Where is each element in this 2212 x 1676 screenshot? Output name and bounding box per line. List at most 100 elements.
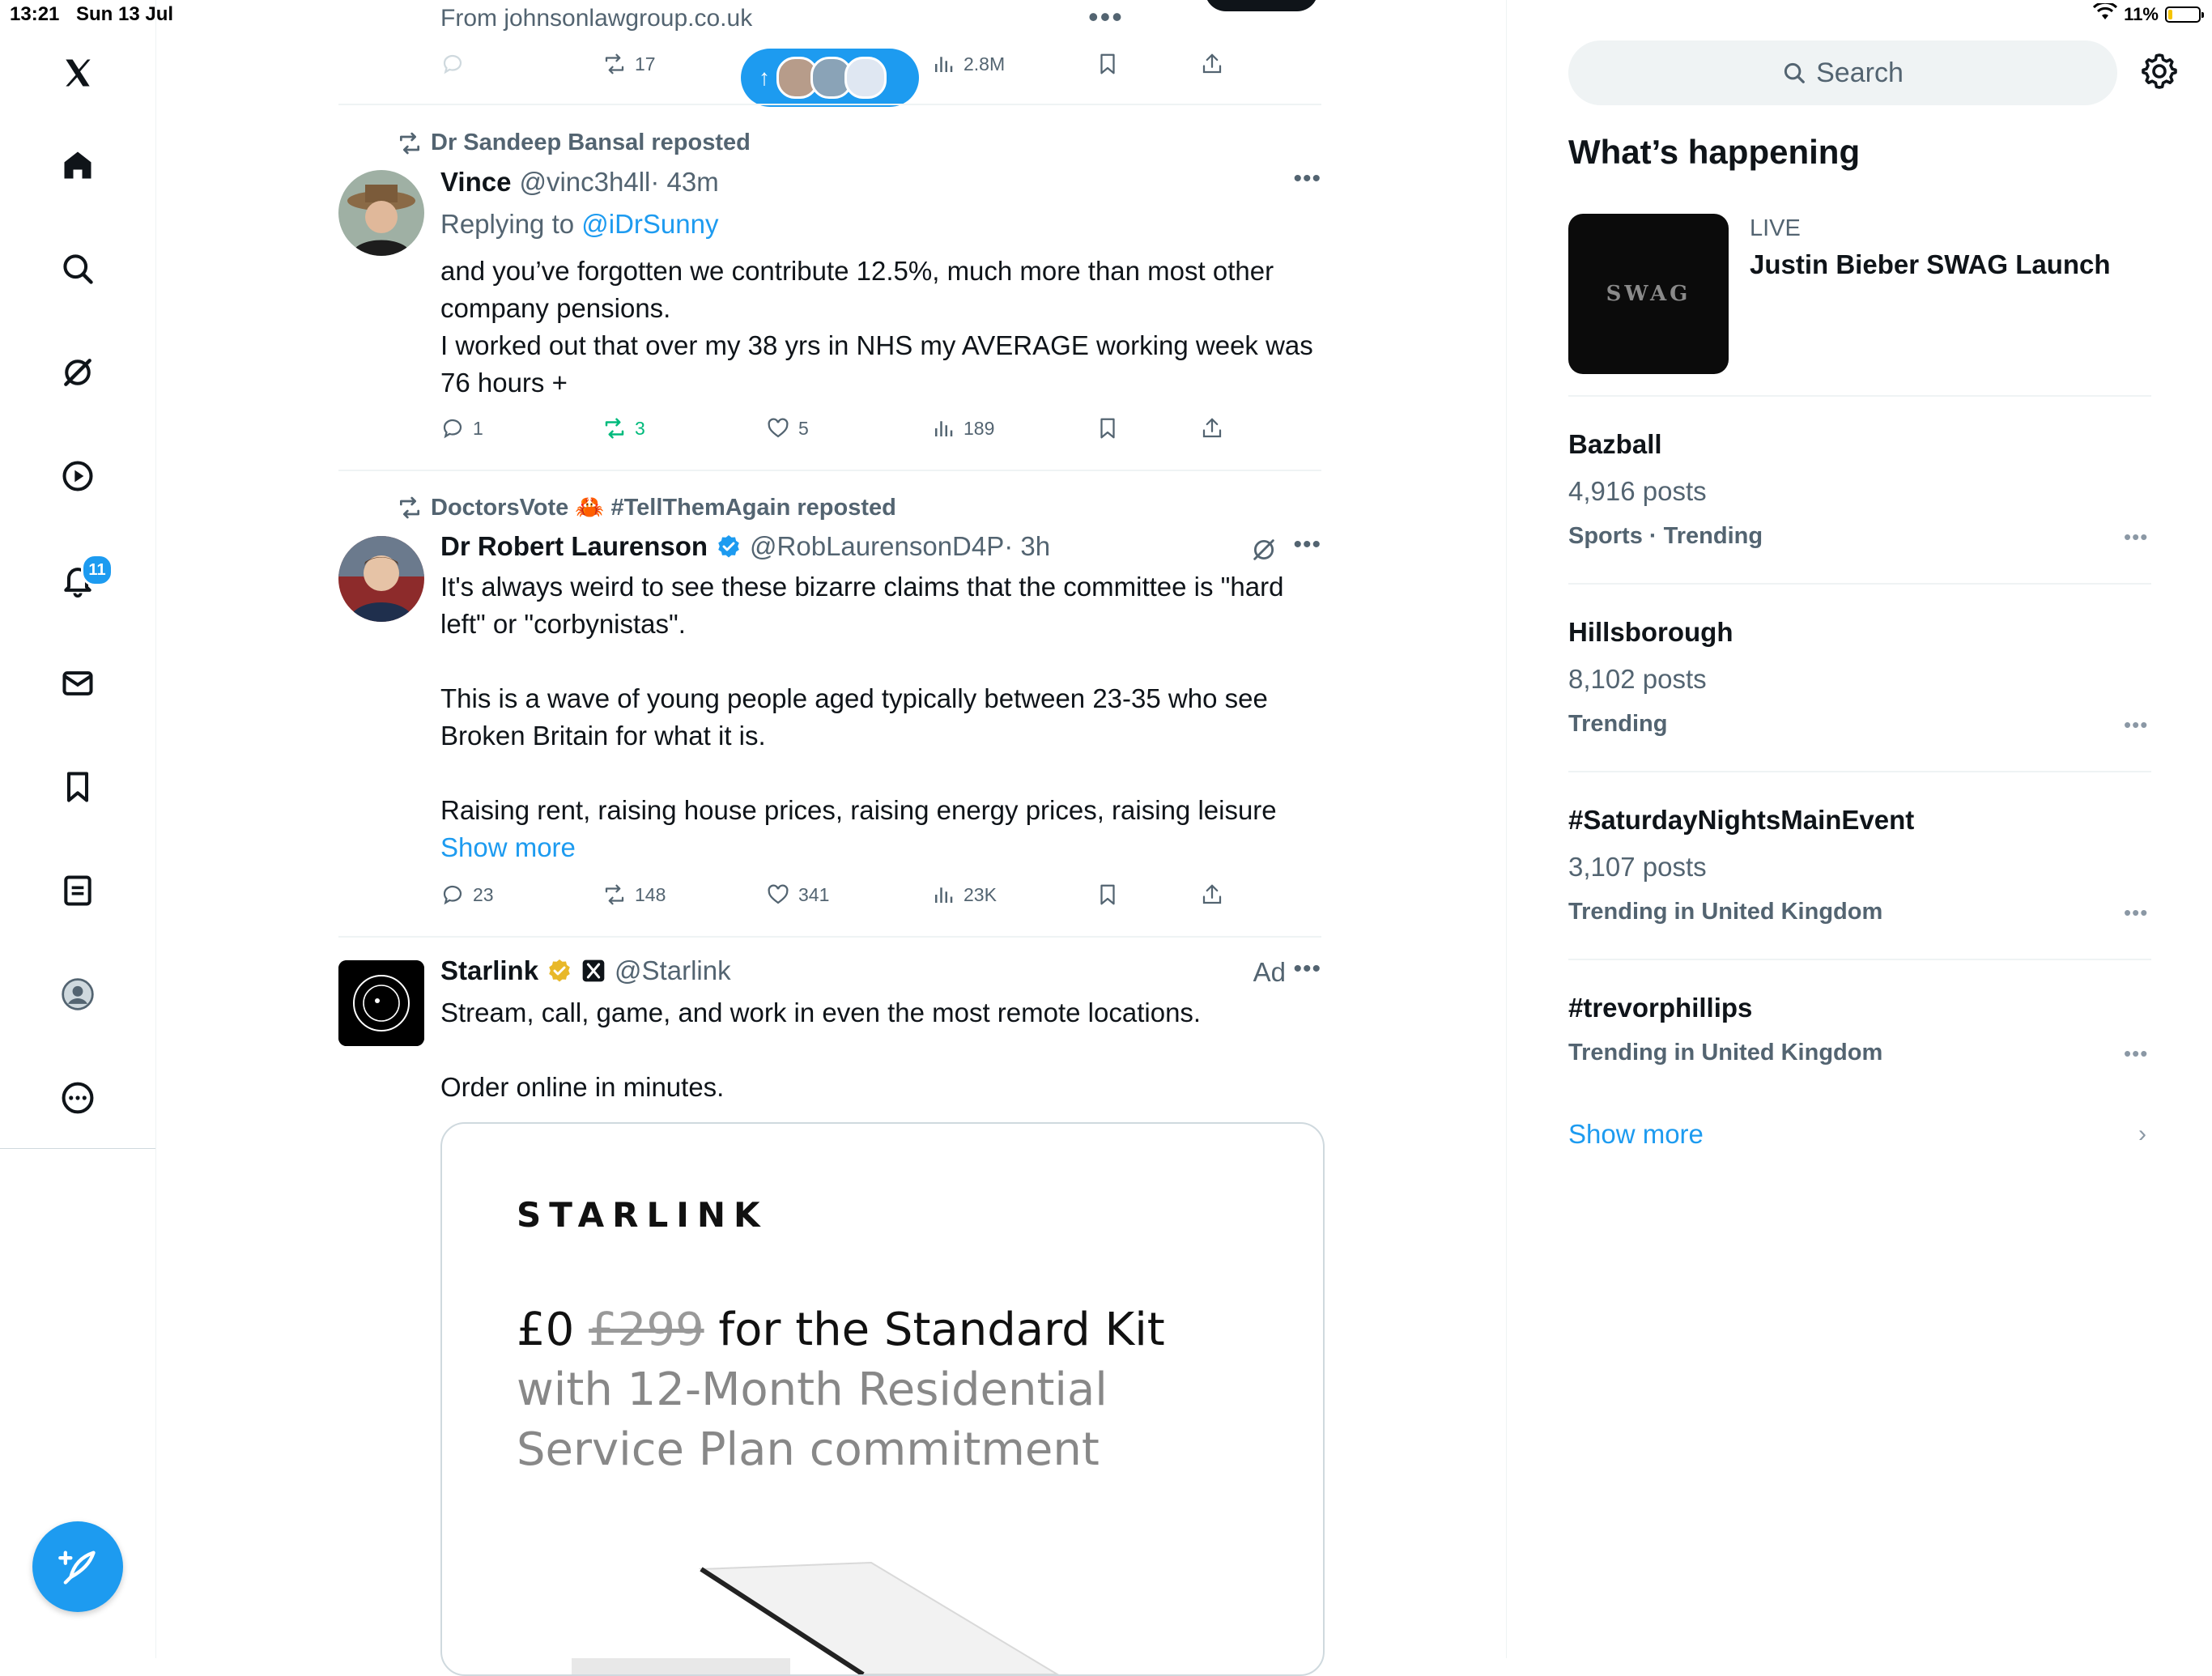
repost-label: DoctorsVote 🦀 #TellThemAgain reposted — [431, 495, 896, 521]
new-posts-pill[interactable]: ↑ — [741, 49, 919, 107]
settings-gear-icon[interactable] — [2140, 52, 2179, 91]
gold-verified-badge-icon — [549, 959, 570, 982]
share-button[interactable] — [1200, 52, 1224, 76]
author-handle[interactable]: @RobLaurensonD4P — [750, 531, 1004, 562]
x-logo-icon[interactable] — [57, 52, 99, 94]
tweet-header: Vince @vinc3h4ll · 43m — [440, 167, 719, 198]
ad-price: £0 — [517, 1304, 575, 1356]
views-button[interactable]: 2.8M — [931, 52, 1005, 76]
reply-button[interactable] — [440, 52, 465, 76]
x-affiliate-icon — [582, 959, 605, 982]
views-count: 2.8M — [963, 53, 1006, 74]
share-button[interactable] — [1200, 883, 1224, 907]
ad-headline: £0 £299 for the Standard Kit with 12-Mon… — [517, 1300, 1245, 1480]
views-count: 23K — [963, 883, 997, 905]
trend-title[interactable]: Hillsborough — [1568, 617, 1733, 648]
retweet-button[interactable]: 3 — [602, 416, 645, 440]
reply-count: 23 — [473, 883, 494, 905]
search-icon[interactable] — [57, 248, 99, 290]
more-options-icon[interactable]: ••• — [1293, 531, 1321, 559]
trend-title[interactable]: #SaturdayNightsMainEvent — [1568, 805, 1914, 836]
share-icon — [1202, 884, 1222, 904]
reply-button[interactable]: 23 — [440, 883, 494, 907]
views-button[interactable]: 189 — [931, 416, 994, 440]
author-name[interactable]: Starlink — [440, 955, 538, 986]
live-event-thumbnail[interactable]: SWAG — [1568, 214, 1729, 374]
profile-icon[interactable] — [57, 973, 99, 1015]
tweet-time[interactable]: · 43m — [650, 167, 718, 198]
heart-icon — [768, 418, 789, 438]
more-options-icon[interactable]: ••• — [2124, 900, 2148, 925]
tweet-text: Stream, call, game, and work in even the… — [440, 998, 1202, 1102]
more-options-icon[interactable]: ••• — [2124, 1041, 2148, 1066]
trend-divider — [1568, 771, 2151, 772]
tweet-time[interactable]: · 3h — [1004, 531, 1050, 562]
trend-title[interactable]: #trevorphillips — [1568, 993, 1752, 1023]
bookmark-button[interactable] — [1095, 416, 1120, 440]
ad-card[interactable]: STARLINK £0 £299 for the Standard Kit wi… — [440, 1122, 1325, 1676]
views-button[interactable]: 23K — [931, 883, 997, 907]
trend-post-count: 4,916 posts — [1568, 476, 1707, 506]
lists-icon[interactable] — [57, 870, 99, 912]
author-handle[interactable]: @vinc3h4ll — [519, 167, 650, 198]
repost-attribution[interactable]: Dr Sandeep Bansal reposted — [397, 130, 751, 156]
compose-post-button[interactable] — [32, 1521, 123, 1612]
bookmark-button[interactable] — [1095, 52, 1120, 76]
heart-icon — [768, 884, 789, 904]
reply-icon — [443, 419, 462, 439]
ad-headline-text: for the Standard Kit — [718, 1304, 1165, 1356]
grok-icon[interactable] — [1250, 536, 1278, 564]
avatar[interactable] — [338, 170, 424, 256]
views-count: 189 — [963, 417, 995, 439]
like-button[interactable]: 341 — [766, 883, 829, 907]
share-button[interactable] — [1200, 416, 1224, 440]
author-name[interactable]: Dr Robert Laurenson — [440, 531, 708, 562]
bookmarks-icon[interactable] — [57, 766, 99, 808]
ad-old-price: £299 — [589, 1304, 704, 1356]
more-options-icon[interactable]: ••• — [2124, 713, 2148, 738]
ad-source-domain: From johnsonlawgroup.co.uk — [440, 5, 753, 32]
arrow-up-icon: ↑ — [759, 65, 770, 90]
reply-button[interactable]: 1 — [440, 416, 483, 440]
more-options-icon[interactable]: ••• — [2124, 525, 2148, 550]
author-name[interactable]: Vince — [440, 167, 511, 198]
retweet-button[interactable]: 148 — [602, 883, 666, 907]
trend-divider — [1568, 959, 2151, 960]
more-options-icon[interactable] — [57, 1077, 99, 1119]
share-icon — [1202, 418, 1222, 438]
avatar[interactable] — [338, 960, 424, 1046]
trend-title[interactable]: Bazball — [1568, 429, 1662, 460]
more-options-icon[interactable]: ••• — [1088, 0, 1124, 34]
more-options-icon[interactable]: ••• — [1293, 165, 1321, 193]
repost-attribution[interactable]: DoctorsVote 🦀 #TellThemAgain reposted — [397, 494, 896, 521]
signup-button[interactable] — [1205, 0, 1318, 11]
home-icon[interactable] — [57, 144, 99, 186]
retweet-icon — [605, 884, 624, 905]
retweet-button[interactable]: 17 — [602, 52, 656, 76]
ad-label: Ad — [1253, 957, 1286, 987]
ad-subline-2: Service Plan commitment — [517, 1423, 1100, 1476]
whats-happening-heading: What’s happening — [1568, 133, 1861, 171]
ad-product-image — [572, 1561, 1059, 1674]
show-more-link[interactable]: Show more — [440, 832, 576, 862]
live-event-title[interactable]: Justin Bieber SWAG Launch — [1750, 249, 2111, 280]
replying-to-link[interactable]: @iDrSunny — [581, 209, 718, 239]
show-more-trends-link[interactable]: Show more — [1568, 1119, 1704, 1150]
tweet-divider — [338, 470, 1321, 471]
author-handle[interactable]: @Starlink — [615, 955, 731, 986]
bookmark-button[interactable] — [1095, 883, 1120, 907]
trend-post-count: 3,107 posts — [1568, 852, 1707, 882]
messages-envelope-icon[interactable] — [57, 662, 99, 704]
like-button[interactable]: 5 — [766, 416, 809, 440]
retweet-count: 3 — [635, 417, 645, 439]
grok-icon[interactable] — [57, 351, 99, 393]
avatar[interactable] — [338, 536, 424, 622]
search-input[interactable]: Search — [1568, 40, 2117, 105]
retweet-icon — [400, 496, 419, 519]
ad-brand-logo: STARLINK — [517, 1195, 768, 1235]
video-play-icon[interactable] — [57, 455, 99, 497]
replying-prefix: Replying to — [440, 209, 582, 239]
notifications-badge: 11 — [81, 554, 113, 586]
more-options-icon[interactable]: ••• — [1293, 955, 1321, 983]
tweet-text: and you’ve forgotten we contribute 12.5%… — [440, 256, 1313, 398]
